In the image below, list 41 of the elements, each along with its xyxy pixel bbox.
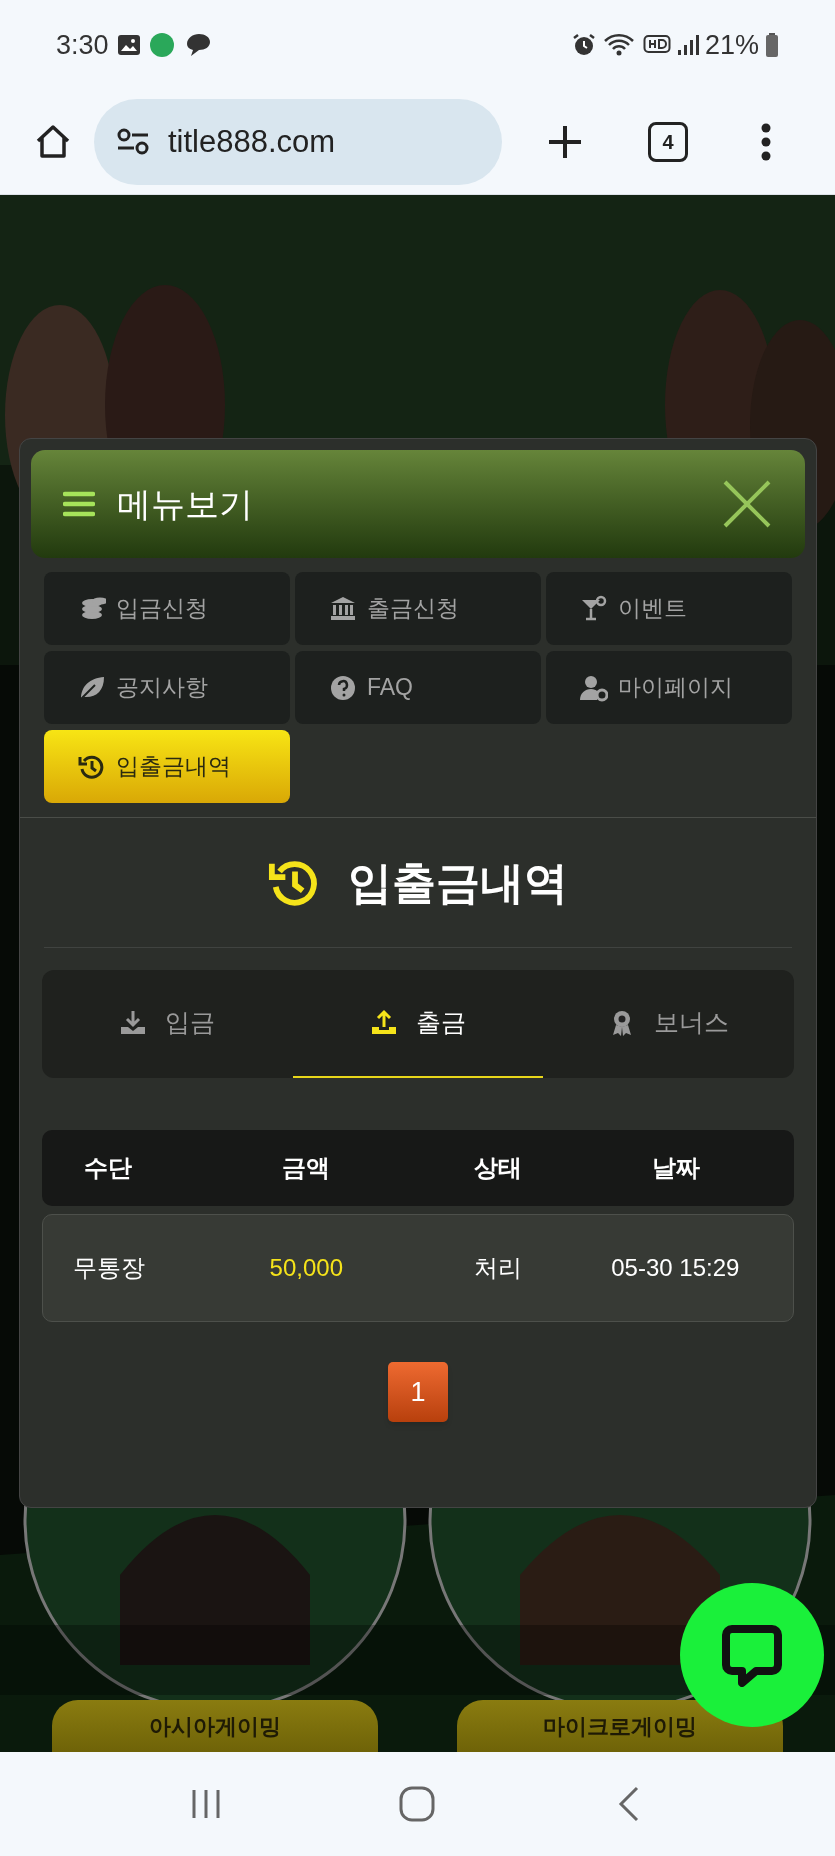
page-button[interactable]: 1 <box>388 1362 448 1422</box>
column-header: 날짜 <box>651 1153 701 1183</box>
table-cell-text: 무통장 <box>71 1253 146 1283</box>
battery-icon <box>765 32 779 58</box>
column-header: 금액 <box>281 1153 331 1183</box>
address-bar[interactable]: title888.com <box>94 99 502 185</box>
upload-icon <box>370 1009 398 1037</box>
section-title: 입출금내역 <box>348 856 568 909</box>
game-button[interactable]: 아시아게이밍 <box>52 1700 378 1752</box>
close-button[interactable] <box>721 478 773 530</box>
menu-title: 메뉴보기 <box>117 483 253 525</box>
table-cell-text: 50,000 <box>268 1253 344 1283</box>
signal-icon <box>676 33 699 57</box>
chat-icon <box>720 1623 784 1687</box>
table-cell-text: 05-30 15:29 <box>610 1253 741 1283</box>
home-nav-button[interactable] <box>397 1784 438 1824</box>
tab[interactable]: 보너스 <box>543 970 794 1078</box>
menu-item[interactable]: 입금신청 <box>44 572 290 645</box>
table-cell-text: 처리 <box>472 1253 523 1283</box>
cocktail-icon <box>580 594 608 623</box>
tab-count-button[interactable]: 4 <box>648 122 688 162</box>
menu-item[interactable]: 이벤트 <box>546 572 792 645</box>
menu-item[interactable]: 공지사항 <box>44 651 290 724</box>
menu-item[interactable]: 입출금내역 <box>44 730 290 803</box>
column-header: 수단 <box>83 1153 133 1183</box>
site-settings-icon[interactable] <box>116 128 150 156</box>
battery-percent: 21% <box>704 28 759 62</box>
tab[interactable]: 입금 <box>42 970 293 1078</box>
user-gear-icon <box>580 673 608 702</box>
menu-icon[interactable] <box>63 490 95 518</box>
menu-item[interactable]: 출금신청 <box>295 572 541 645</box>
tab[interactable]: 출금 <box>292 970 544 1078</box>
image-icon <box>116 33 141 57</box>
menu-item[interactable]: FAQ <box>295 651 541 724</box>
question-icon <box>329 673 357 702</box>
column-header: 상태 <box>473 1153 523 1183</box>
download-icon <box>119 1009 148 1037</box>
menu-item[interactable]: 마이페이지 <box>546 651 792 724</box>
bank-icon <box>329 594 357 623</box>
status-time: 3:30 <box>56 28 109 62</box>
app-icon <box>148 32 175 58</box>
